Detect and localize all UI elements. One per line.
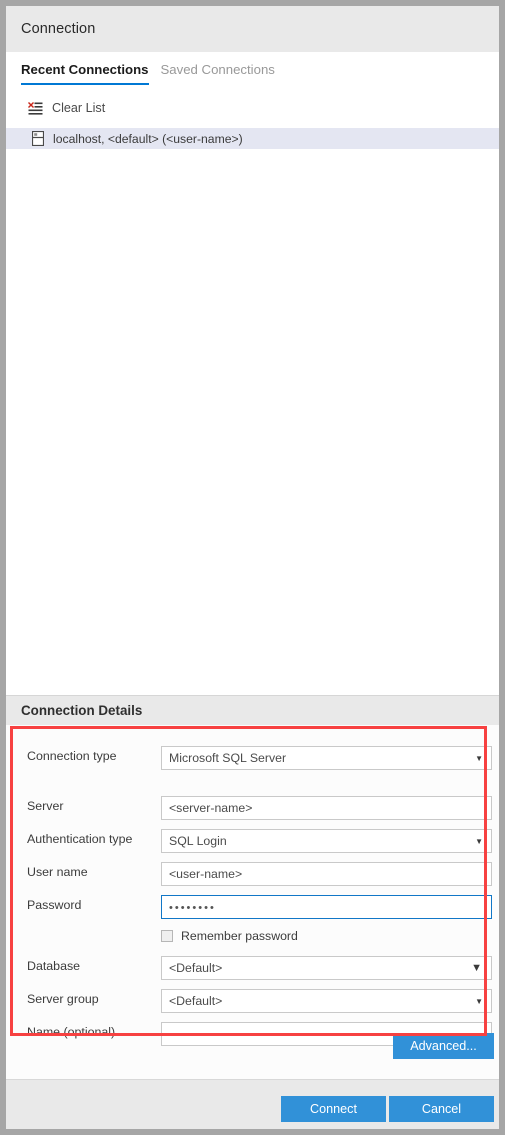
name-optional-label: Name (optional) [27,1025,116,1039]
server-value: <server-name> [169,801,253,815]
user-name-value: <user-name> [169,867,243,881]
form-row-password: Password •••••••• [6,895,499,919]
database-label: Database [27,959,81,973]
page-title: Connection [21,21,96,37]
authentication-type-label: Authentication type [27,832,133,846]
password-input[interactable]: •••••••• [161,895,492,919]
connection-dialog: Connection Recent Connections Saved Conn… [6,6,499,1129]
password-value: •••••••• [169,902,216,914]
form-row-connection-type: Connection type Microsoft SQL Server ▼ [6,746,499,770]
tab-saved-connections-label: Saved Connections [160,62,275,77]
chevron-down-icon: ▼ [471,962,482,974]
dialog-titlebar: Connection [6,6,499,52]
user-name-label: User name [27,865,88,879]
database-select[interactable]: <Default> ▼ [161,956,492,980]
form-row-database: Database <Default> ▼ [6,956,499,980]
clear-list-button[interactable]: Clear List [6,97,499,119]
remember-password-row[interactable]: Remember password [161,926,298,946]
clear-list-label: Clear List [52,101,106,115]
form-row-user-name: User name <user-name> [6,862,499,886]
tab-recent-connections-label: Recent Connections [21,62,149,77]
authentication-type-value: SQL Login [169,834,227,848]
database-value: <Default> [169,961,223,975]
connection-type-label: Connection type [27,749,117,763]
connect-button[interactable]: Connect [281,1096,386,1122]
connection-details-title: Connection Details [21,703,143,718]
connection-type-select[interactable]: Microsoft SQL Server ▼ [161,746,492,770]
form-row-server: Server <server-name> [6,796,499,820]
recent-connections-panel: Clear List localhost, <default> (<user-n… [6,97,499,695]
tab-saved-connections[interactable]: Saved Connections [161,62,275,85]
remember-password-label: Remember password [181,929,298,943]
chevron-down-icon: ▼ [475,754,483,763]
chevron-down-icon: ▼ [475,837,483,846]
list-item[interactable]: localhost, <default> (<user-name>) [6,128,499,149]
connection-details-header: Connection Details [6,695,499,725]
user-name-input[interactable]: <user-name> [161,862,492,886]
server-label: Server [27,799,64,813]
list-item-label: localhost, <default> (<user-name>) [53,131,243,146]
chevron-down-icon: ▼ [475,997,483,1006]
server-icon [31,130,45,147]
tab-recent-connections[interactable]: Recent Connections [21,62,149,85]
connection-type-value: Microsoft SQL Server [169,751,287,765]
password-label: Password [27,898,82,912]
tab-bar: Recent Connections Saved Connections [6,52,499,88]
connection-dialog-window: Connection Recent Connections Saved Conn… [0,0,505,1135]
remember-password-checkbox[interactable] [161,930,173,942]
server-group-value: <Default> [169,994,223,1008]
server-group-label: Server group [27,992,99,1006]
clear-list-icon [28,101,43,115]
form-row-server-group: Server group <Default> ▼ [6,989,499,1013]
server-group-select[interactable]: <Default> ▼ [161,989,492,1013]
advanced-button[interactable]: Advanced... [393,1033,494,1059]
form-row-authentication-type: Authentication type SQL Login ▼ [6,829,499,853]
authentication-type-select[interactable]: SQL Login ▼ [161,829,492,853]
cancel-button[interactable]: Cancel [389,1096,494,1122]
server-input[interactable]: <server-name> [161,796,492,820]
